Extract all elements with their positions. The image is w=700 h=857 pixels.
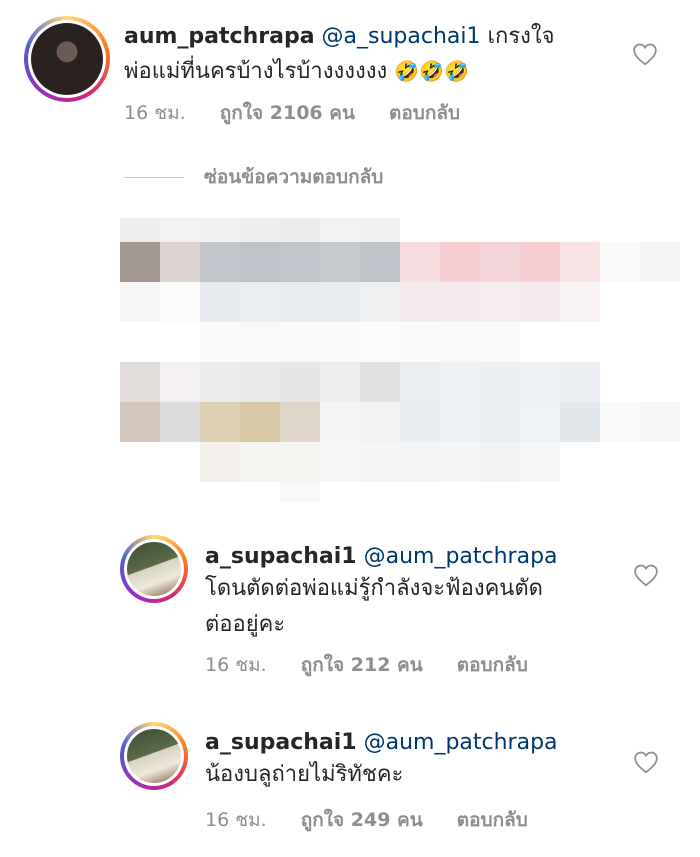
laughing-emoji: 🤣🤣🤣 xyxy=(394,59,469,83)
main-comment-text-line2: พ่อแม่ที่นครบ้างไรบ้างงงงงง xyxy=(124,59,388,84)
reply-2-mention[interactable]: @aum_patchrapa xyxy=(364,730,558,755)
reply-2-like-heart-icon[interactable] xyxy=(633,750,659,774)
reply-1-meta: 16 ชม. ถูกใจ 212 คน ตอบกลับ xyxy=(205,650,556,680)
main-comment-meta: 16 ชม. ถูกใจ 2106 คน ตอบกลับ xyxy=(124,98,488,128)
reply-2-time: 16 ชม. xyxy=(205,809,267,831)
main-comment-mention[interactable]: @a_supachai1 xyxy=(322,24,481,49)
reply-2-likes[interactable]: ถูกใจ 249 คน xyxy=(301,809,423,831)
main-comment-avatar[interactable] xyxy=(24,16,110,102)
reply-1-text-line2: ต่ออยู่คะ xyxy=(205,612,286,637)
reply-2-text-line1: น้องบลูถ่ายไม่ริทัชคะ xyxy=(205,762,404,787)
main-comment-text-line1: เกรงใจ xyxy=(487,24,555,49)
reply-2-username[interactable]: a_supachai1 xyxy=(205,730,357,755)
reply-1-likes[interactable]: ถูกใจ 212 คน xyxy=(301,654,423,676)
reply-2-reply-button[interactable]: ตอบกลับ xyxy=(457,809,528,831)
pixelated-image xyxy=(120,218,684,503)
reply-2-body: a_supachai1 @aum_patchrapa น้องบลูถ่ายไม… xyxy=(205,728,605,790)
reply-1-text-line1: โดนตัดต่อพ่อแม่รู้กำลังจะฟ้องคนตัด xyxy=(205,576,543,601)
reply-1-body: a_supachai1 @aum_patchrapa โดนตัดต่อพ่อแ… xyxy=(205,542,605,640)
like-heart-icon[interactable] xyxy=(632,42,658,66)
reply-1-like-heart-icon[interactable] xyxy=(633,563,659,587)
hide-replies-label: ซ่อนข้อความตอบกลับ xyxy=(204,166,384,188)
main-comment-body: aum_patchrapa @a_supachai1 เกรงใจ พ่อแม่… xyxy=(124,22,594,87)
main-comment-likes[interactable]: ถูกใจ 2106 คน xyxy=(220,102,355,124)
reply-1-mention[interactable]: @aum_patchrapa xyxy=(364,544,558,569)
reply-1-reply-button[interactable]: ตอบกลับ xyxy=(457,654,528,676)
main-comment-username[interactable]: aum_patchrapa xyxy=(124,24,315,49)
reply-2-meta: 16 ชม. ถูกใจ 249 คน ตอบกลับ xyxy=(205,805,556,835)
main-comment-time: 16 ชม. xyxy=(124,102,186,124)
reply-1-time: 16 ชม. xyxy=(205,654,267,676)
reply-2-avatar[interactable] xyxy=(120,722,188,790)
hide-replies-divider xyxy=(124,176,184,178)
reply-1-username[interactable]: a_supachai1 xyxy=(205,544,357,569)
hide-replies-button[interactable]: ซ่อนข้อความตอบกลับ xyxy=(124,162,383,192)
main-comment-reply-button[interactable]: ตอบกลับ xyxy=(389,102,460,124)
reply-1-avatar[interactable] xyxy=(120,535,188,603)
